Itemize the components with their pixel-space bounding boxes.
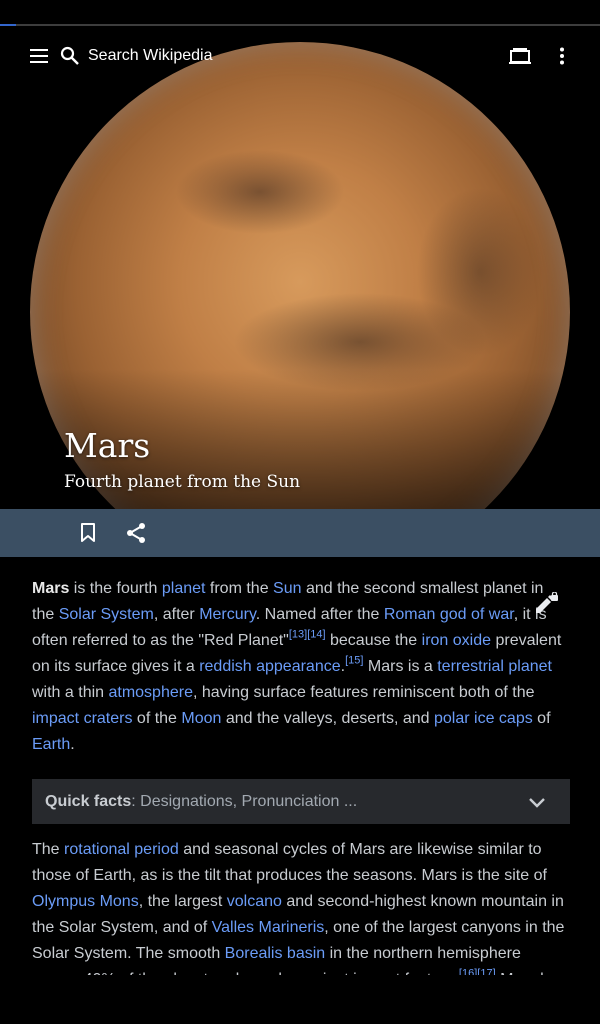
second-paragraph: The rotational period and seasonal cycle… [32,837,570,975]
article-link[interactable]: Solar System [59,606,154,623]
article-text: from the [205,580,274,597]
citation: [14] [307,628,325,640]
article-link[interactable]: impact craters [32,710,132,727]
search-icon [60,46,79,65]
article-text: of [532,710,551,727]
citation: [16] [459,967,477,975]
article-link[interactable]: atmosphere [108,684,193,701]
article-link[interactable]: iron oxide [422,632,491,649]
article-subject: Mars [32,580,70,597]
citation-link[interactable]: [17] [477,967,495,975]
menu-icon [30,49,48,63]
status-bar [0,0,600,24]
article-link[interactable]: Olympus Mons [32,893,139,910]
article-text: , the largest [138,893,227,910]
edit-locked-icon [536,592,558,613]
tabs-icon [509,48,531,64]
page-description: Fourth planet from the Sun [64,472,301,492]
citation: [13] [289,628,307,640]
article-text: of the [132,710,182,727]
chevron-down-icon [529,798,545,808]
article-text: . [70,736,75,753]
article-text: Mars is a [363,658,438,675]
article-link[interactable]: Sun [273,580,301,597]
citation: [15] [345,654,363,666]
quick-facts-collapsible[interactable]: Quick facts: Designations, Pronunciation… [32,779,570,824]
article-text: . Named after the [255,606,384,623]
quick-facts-label: Quick facts [45,792,132,810]
article-text: , having surface features reminiscent bo… [192,684,535,701]
article-link[interactable]: Earth [32,736,70,753]
article-text: and the valleys, deserts, and [221,710,434,727]
citation-link[interactable]: [14] [307,628,325,640]
article-link[interactable]: polar ice caps [434,710,533,727]
article-link[interactable]: Valles Marineris [212,919,325,936]
article-link[interactable]: Moon [181,710,221,727]
save-button[interactable] [68,513,108,553]
bookmark-icon [81,523,95,542]
edit-section-button[interactable] [528,586,564,622]
quick-facts-summary: : Designations, Pronunciation ... [131,792,358,810]
article-link[interactable]: volcano [227,893,282,910]
article-text: Mars has [496,971,566,975]
article-link[interactable]: terrestrial planet [437,658,552,675]
article-text: , after [153,606,200,623]
search-input[interactable]: Search Wikipedia [60,36,320,76]
top-toolbar: Search Wikipedia [0,26,600,86]
article-link[interactable]: planet [162,580,206,597]
overflow-menu-icon [560,47,564,65]
intro-paragraph: Mars is the fourth planet from the Sun a… [32,576,570,758]
lead-image[interactable]: Mars Fourth planet from the Sun [0,26,600,509]
article-text: because the [325,632,422,649]
citation-link[interactable]: [15] [345,654,363,666]
article-text: The [32,841,65,858]
second-paragraph-wrapper: The rotational period and seasonal cycle… [32,837,570,975]
citation: [17] [477,967,495,975]
share-button[interactable] [116,513,156,553]
article-link[interactable]: rotational period [64,841,179,858]
menu-button[interactable] [20,36,60,76]
article-link[interactable]: reddish appearance [199,658,340,675]
overflow-menu-button[interactable] [542,36,582,76]
article-body: Mars is the fourth planet from the Sun a… [32,576,570,758]
search-placeholder: Search Wikipedia [88,47,213,64]
article-text: with a thin [32,684,109,701]
tabs-button[interactable] [500,36,540,76]
share-icon [127,523,145,543]
article-action-bar [0,509,600,557]
citation-link[interactable]: [16] [459,967,477,975]
citation-link[interactable]: [13] [289,628,307,640]
article-link[interactable]: Mercury [199,606,256,623]
article-link[interactable]: Roman god of war [384,606,514,623]
article-text: is the fourth [69,580,162,597]
page-title: Mars [64,426,151,465]
article-link[interactable]: Borealis basin [225,945,326,962]
